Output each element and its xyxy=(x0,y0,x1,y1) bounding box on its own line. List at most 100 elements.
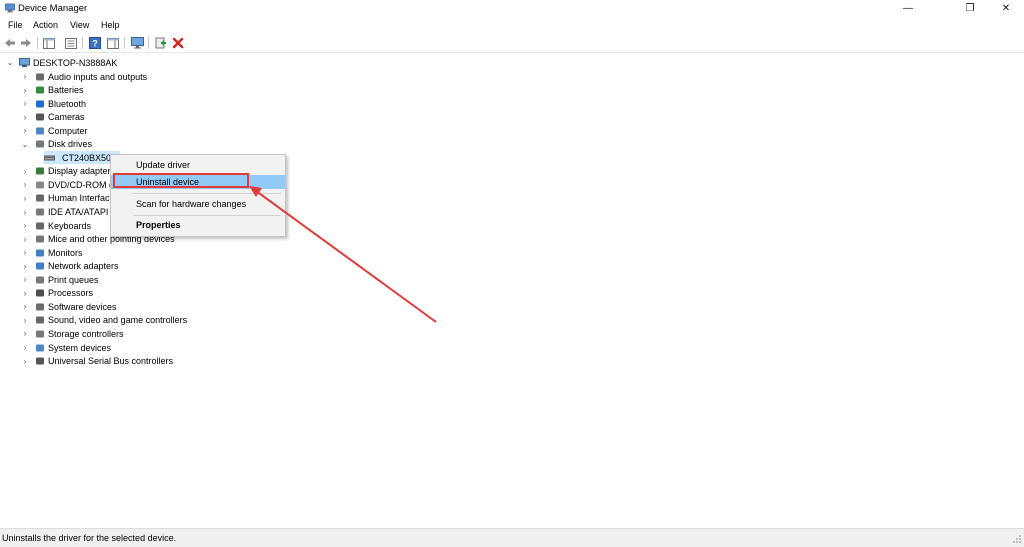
tree-category-label: Human Interfac xyxy=(48,193,110,204)
tree-category[interactable]: › Display adapter xyxy=(20,165,111,178)
close-button[interactable]: ✕ xyxy=(990,0,1022,17)
speaker-icon xyxy=(34,71,45,82)
tree-category-label: IDE ATA/ATAPI c xyxy=(48,207,116,217)
menu-action[interactable]: Action xyxy=(33,20,58,30)
uninstall-device-menu-item[interactable]: Uninstall device xyxy=(111,175,285,189)
resize-grip-icon[interactable] xyxy=(1010,532,1022,544)
tree-category[interactable]: › Human Interfac xyxy=(20,192,110,205)
action-pane-icon[interactable] xyxy=(106,36,120,50)
back-icon[interactable] xyxy=(3,36,17,50)
tree-category-label: Sound, video and game controllers xyxy=(48,315,188,326)
tree-root[interactable]: ⌄ DESKTOP-N3888AK xyxy=(5,56,117,69)
tree-category[interactable]: › Print queues xyxy=(20,273,99,286)
usb-icon xyxy=(34,356,45,367)
software-device-icon xyxy=(34,301,45,312)
disk-drive-item[interactable]: CT240BX500 xyxy=(44,151,121,164)
tree-category[interactable]: › Universal Serial Bus controllers xyxy=(20,355,173,368)
tree-category[interactable]: › Monitors xyxy=(20,246,83,259)
help-icon[interactable]: ? xyxy=(88,36,102,50)
tree-category[interactable]: › Software devices xyxy=(20,300,117,313)
tree-category[interactable]: › Network adapters xyxy=(20,260,119,273)
tree-category-label: Batteries xyxy=(48,85,84,96)
scan-hardware-menu-item[interactable]: Scan for hardware changes xyxy=(111,197,285,211)
tree-category[interactable]: › Keyboards xyxy=(20,219,91,232)
properties-icon[interactable] xyxy=(64,36,78,50)
uninstall-device-icon[interactable] xyxy=(171,36,185,50)
chevron-right-icon[interactable]: › xyxy=(20,343,30,352)
chevron-right-icon[interactable]: › xyxy=(20,329,30,338)
chevron-right-icon[interactable]: › xyxy=(20,208,30,217)
chevron-right-icon[interactable]: › xyxy=(20,235,30,244)
tree-category[interactable]: › Processors xyxy=(20,287,93,300)
battery-icon xyxy=(34,85,45,96)
minimize-button[interactable]: — xyxy=(892,0,924,17)
tree-category[interactable]: › Computer xyxy=(20,124,88,137)
context-menu: Update driver Uninstall device Scan for … xyxy=(110,154,286,237)
chevron-right-icon[interactable]: › xyxy=(20,221,30,230)
tree-category[interactable]: › Bluetooth xyxy=(20,97,86,110)
tree-category-label: Print queues xyxy=(48,274,99,285)
chevron-right-icon[interactable]: › xyxy=(20,126,30,135)
tree-category-label: Software devices xyxy=(48,301,117,312)
menu-help[interactable]: Help xyxy=(101,20,120,30)
tree-category-label: Computer xyxy=(48,125,88,136)
tree-category[interactable]: › Audio inputs and outputs xyxy=(20,70,147,83)
chevron-right-icon[interactable]: › xyxy=(20,316,30,325)
tree-category-label: System devices xyxy=(48,342,112,353)
chevron-right-icon[interactable]: › xyxy=(20,194,30,203)
keyboard-icon xyxy=(34,220,45,231)
chevron-right-icon[interactable]: › xyxy=(20,262,30,271)
tree-category[interactable]: › Sound, video and game controllers xyxy=(20,314,187,327)
chevron-right-icon[interactable]: › xyxy=(20,357,30,366)
vertical-scrollbar[interactable] xyxy=(1016,54,1024,528)
properties-menu-item[interactable]: Properties xyxy=(111,218,285,232)
menu-view[interactable]: View xyxy=(70,20,89,30)
chevron-right-icon[interactable]: › xyxy=(20,72,30,81)
tree-category-label: Universal Serial Bus controllers xyxy=(48,356,174,367)
dvd-icon xyxy=(34,179,45,190)
monitor-icon[interactable] xyxy=(130,36,144,50)
menu-bar: File Action View Help xyxy=(0,18,1024,32)
tree-category-label: Disk drives xyxy=(48,139,93,150)
computer-icon xyxy=(19,57,30,68)
forward-icon[interactable] xyxy=(19,36,33,50)
tree-category[interactable]: ⌄ Disk drives xyxy=(20,138,92,151)
update-driver-menu-item[interactable]: Update driver xyxy=(111,158,285,172)
show-hide-console-tree-icon[interactable] xyxy=(42,36,56,50)
chevron-right-icon[interactable]: › xyxy=(20,248,30,257)
status-text: Uninstalls the driver for the selected d… xyxy=(2,533,177,543)
toolbar-separator xyxy=(82,37,83,49)
chevron-right-icon[interactable]: › xyxy=(20,86,30,95)
chevron-right-icon[interactable]: › xyxy=(20,302,30,311)
toolbar-separator xyxy=(37,37,38,49)
maximize-button[interactable]: ❐ xyxy=(954,0,986,17)
chevron-down-icon[interactable]: ⌄ xyxy=(20,140,30,149)
tree-category-label: Display adapter xyxy=(48,166,111,177)
chevron-right-icon[interactable]: › xyxy=(20,289,30,298)
chevron-down-icon[interactable]: ⌄ xyxy=(5,58,15,67)
tree-category-label: Network adapters xyxy=(48,261,119,272)
monitor-icon xyxy=(34,247,45,258)
chevron-right-icon[interactable]: › xyxy=(20,180,30,189)
network-icon xyxy=(34,261,45,272)
system-icon xyxy=(34,342,45,353)
chevron-right-icon[interactable]: › xyxy=(20,113,30,122)
update-driver-icon[interactable] xyxy=(154,36,168,50)
chevron-right-icon[interactable]: › xyxy=(20,99,30,108)
chevron-right-icon[interactable]: › xyxy=(20,167,30,176)
svg-text:?: ? xyxy=(92,39,98,49)
disk-drive-icon xyxy=(34,139,45,150)
device-tree: ⌄ DESKTOP-N3888AK › Audio inputs and outp… xyxy=(0,54,1016,528)
tree-category[interactable]: › DVD/CD-ROM d xyxy=(20,178,114,191)
tree-category[interactable]: › Cameras xyxy=(20,111,85,124)
tree-category[interactable]: › Storage controllers xyxy=(20,327,124,340)
status-bar: Uninstalls the driver for the selected d… xyxy=(0,528,1024,547)
toolbar: ? xyxy=(0,34,1024,53)
disk-drive-icon xyxy=(44,152,55,163)
tree-category[interactable]: › IDE ATA/ATAPI c xyxy=(20,206,116,219)
menu-file[interactable]: File xyxy=(8,20,23,30)
tree-category[interactable]: › System devices xyxy=(20,341,111,354)
ide-icon xyxy=(34,207,45,218)
tree-category[interactable]: › Batteries xyxy=(20,84,84,97)
chevron-right-icon[interactable]: › xyxy=(20,275,30,284)
